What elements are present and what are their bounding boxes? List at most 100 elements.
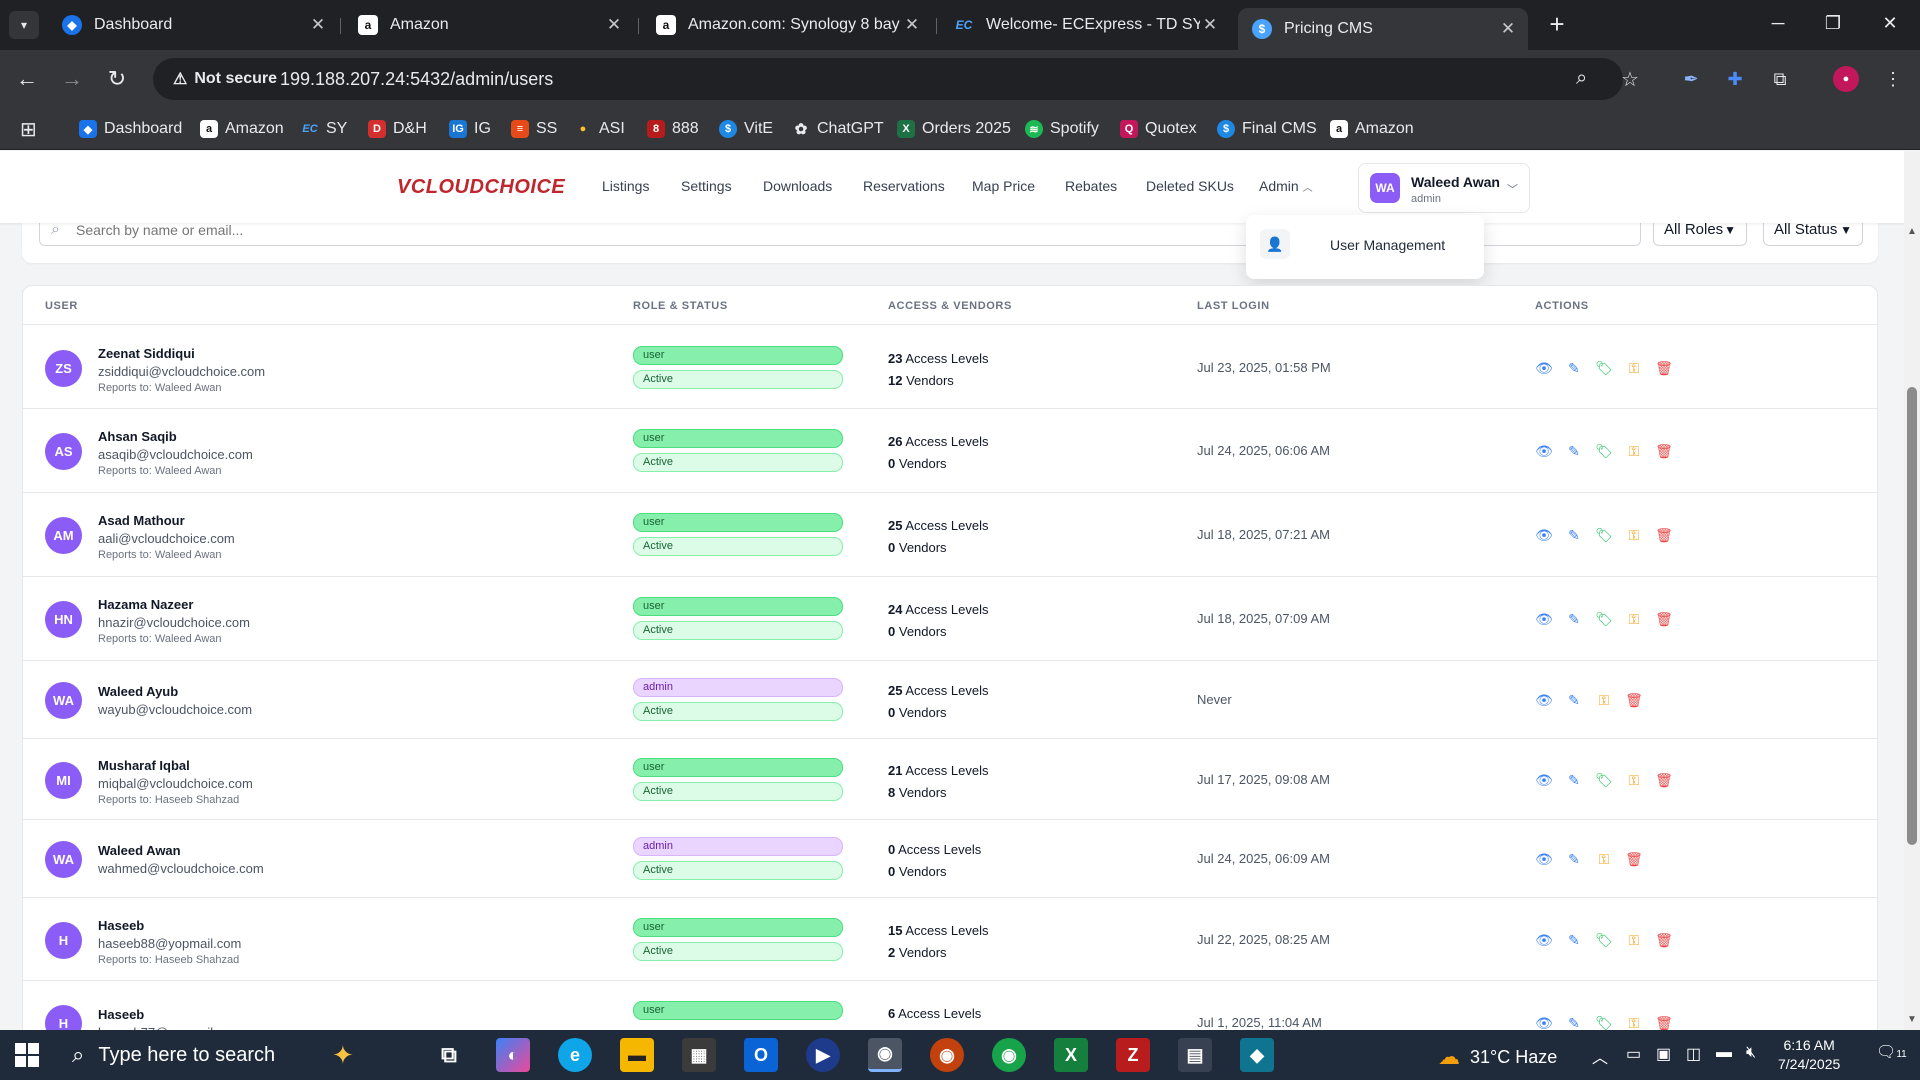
tab-search-button[interactable]: ▾	[9, 11, 39, 39]
delete-trash-icon[interactable]: 🗑︎	[1625, 691, 1643, 709]
bookmark-sy[interactable]: EC SY	[301, 114, 347, 144]
nav-deleted-skus[interactable]: Deleted SKUs	[1146, 178, 1234, 194]
vendor-tag-icon[interactable]: 🏷︎	[1595, 610, 1613, 628]
vcloudchoice-logo[interactable]: VCLOUDCHOICE	[397, 176, 565, 199]
filezilla-app-icon[interactable]: Z	[1116, 1038, 1150, 1072]
view-eye-icon[interactable]: 👁︎	[1535, 610, 1553, 628]
bookmark-orders-2025[interactable]: X Orders 2025	[897, 114, 1011, 144]
task-view-icon[interactable]: ⧉	[432, 1038, 466, 1072]
view-eye-icon[interactable]: 👁︎	[1535, 850, 1553, 868]
meet-icon[interactable]: ▣	[1656, 1044, 1671, 1064]
puzzle-blue-extension-icon[interactable]: ✚	[1722, 66, 1748, 92]
close-tab-icon[interactable]: ✕	[902, 15, 922, 35]
browser-tab-amazon[interactable]: a Amazon ✕	[344, 8, 634, 42]
vendor-tag-icon[interactable]: 🏷︎	[1595, 931, 1613, 949]
start-button[interactable]	[15, 1043, 39, 1067]
edit-pencil-icon[interactable]: ✎	[1565, 931, 1583, 949]
minimize-button[interactable]: ─	[1758, 8, 1798, 38]
feather-extension-icon[interactable]: ✒	[1678, 66, 1704, 92]
url-text[interactable]: 199.188.207.24:5432/admin/users	[280, 69, 553, 90]
volume-mute-icon[interactable]: 🔇︎	[1746, 1044, 1756, 1062]
browser-tab-dashboard[interactable]: ◆ Dashboard ✕	[48, 8, 338, 42]
edit-pencil-icon[interactable]: ✎	[1565, 691, 1583, 709]
apps-grid-icon[interactable]: ⊞	[20, 114, 37, 144]
clock[interactable]: 6:16 AM 7/24/2025	[1778, 1036, 1840, 1074]
copilot-app-icon[interactable]: ◐	[496, 1038, 530, 1072]
view-eye-icon[interactable]: 👁︎	[1535, 691, 1553, 709]
chrome-profile-app-icon[interactable]: ◉	[930, 1038, 964, 1072]
profile-avatar[interactable]: ●	[1833, 66, 1859, 92]
calculator-app-icon[interactable]: ▤	[1178, 1038, 1212, 1072]
edit-pencil-icon[interactable]: ✎	[1565, 850, 1583, 868]
nav-reservations[interactable]: Reservations	[863, 178, 945, 194]
view-eye-icon[interactable]: 👁︎	[1535, 931, 1553, 949]
scrollbar-thumb[interactable]	[1907, 387, 1917, 845]
nav-settings[interactable]: Settings	[681, 178, 732, 194]
close-tab-icon[interactable]: ✕	[308, 15, 328, 35]
vendor-tag-icon[interactable]: 🏷︎	[1595, 359, 1613, 377]
extensions-icon[interactable]: ⧉	[1767, 66, 1793, 92]
delete-trash-icon[interactable]: 🗑︎	[1655, 1014, 1673, 1030]
bookmark-888[interactable]: 8 888	[647, 114, 699, 144]
bookmark-vite[interactable]: $ VitE	[719, 114, 773, 144]
taskbar-search[interactable]: ⌕ Type here to search ✦	[62, 1034, 422, 1076]
close-tab-icon[interactable]: ✕	[604, 15, 624, 35]
close-window-button[interactable]: ✕	[1870, 8, 1910, 38]
edit-pencil-icon[interactable]: ✎	[1565, 442, 1583, 460]
battery-icon[interactable]: ▬	[1716, 1044, 1732, 1062]
bookmark-amazon[interactable]: a Amazon	[200, 114, 284, 144]
site-info-button[interactable]: ⚠ Not secure	[163, 64, 287, 94]
bookmark-quotex[interactable]: Q Quotex	[1120, 114, 1197, 144]
reset-password-key-icon[interactable]: ⚿	[1625, 771, 1643, 789]
vendor-tag-icon[interactable]: 🏷︎	[1595, 442, 1613, 460]
browser-tab-pricing-cms[interactable]: $ Pricing CMS ✕	[1238, 8, 1528, 50]
address-bar[interactable]: ⚠ Not secure 199.188.207.24:5432/admin/u…	[153, 58, 1639, 100]
close-tab-icon[interactable]: ✕	[1498, 19, 1518, 39]
nav-admin[interactable]: Admin ︿	[1259, 178, 1313, 194]
view-eye-icon[interactable]: 👁︎	[1535, 359, 1553, 377]
close-tab-icon[interactable]: ✕	[1200, 15, 1220, 35]
reload-button[interactable]: ↻	[102, 64, 132, 94]
delete-trash-icon[interactable]: 🗑︎	[1655, 442, 1673, 460]
reset-password-key-icon[interactable]: ⚿	[1625, 610, 1643, 628]
forward-button[interactable]: →	[57, 64, 87, 94]
view-eye-icon[interactable]: 👁︎	[1535, 1014, 1553, 1030]
new-tab-button[interactable]: +	[1542, 10, 1572, 40]
outlook-app-icon[interactable]: O	[744, 1038, 778, 1072]
restore-button[interactable]: ❐	[1813, 8, 1853, 38]
vendor-tag-icon[interactable]: 🏷︎	[1595, 526, 1613, 544]
reset-password-key-icon[interactable]: ⚿	[1595, 850, 1613, 868]
weather-widget[interactable]: ☁ 31°C Haze	[1438, 1044, 1557, 1070]
chrome-app-icon-active[interactable]: ◉	[868, 1038, 902, 1072]
nav-downloads[interactable]: Downloads	[763, 178, 832, 194]
reset-password-key-icon[interactable]: ⚿	[1625, 526, 1643, 544]
nav-rebates[interactable]: Rebates	[1065, 178, 1117, 194]
teams-app-icon[interactable]: ▶	[806, 1038, 840, 1072]
file-explorer-icon[interactable]: ▬	[620, 1038, 654, 1072]
delete-trash-icon[interactable]: 🗑︎	[1655, 610, 1673, 628]
bookmark-final-cms[interactable]: $ Final CMS	[1217, 114, 1317, 144]
nav-map-price[interactable]: Map Price	[972, 178, 1035, 194]
notification-center-icon[interactable]: 🗨︎11	[1876, 1042, 1907, 1062]
delete-trash-icon[interactable]: 🗑︎	[1655, 359, 1673, 377]
scroll-down-arrow[interactable]: ▼	[1904, 1012, 1920, 1028]
browser-tab-amazon-synology[interactable]: a Amazon.com: Synology 8 bay R ✕	[642, 8, 932, 42]
reset-password-key-icon[interactable]: ⚿	[1595, 691, 1613, 709]
zoom-icon[interactable]: ⌕	[1576, 67, 1587, 90]
bookmark-ss[interactable]: ≡ SS	[511, 114, 557, 144]
bookmark-spotify[interactable]: ≋ Spotify	[1025, 114, 1099, 144]
reset-password-key-icon[interactable]: ⚿	[1625, 931, 1643, 949]
bookmark-ig[interactable]: IG IG	[449, 114, 491, 144]
bookmark-amazon-2[interactable]: a Amazon	[1330, 114, 1414, 144]
bookmark-star-icon[interactable]: ☆	[1621, 67, 1639, 92]
camera-icon[interactable]: ◫	[1686, 1044, 1701, 1064]
user-menu-button[interactable]: WA Waleed Awan admin ﹀	[1358, 163, 1530, 213]
view-eye-icon[interactable]: 👁︎	[1535, 771, 1553, 789]
edge-app-icon[interactable]: e	[558, 1038, 592, 1072]
delete-trash-icon[interactable]: 🗑︎	[1655, 526, 1673, 544]
edit-pencil-icon[interactable]: ✎	[1565, 610, 1583, 628]
delete-trash-icon[interactable]: 🗑︎	[1655, 931, 1673, 949]
chrome-alt-app-icon[interactable]: ◉	[992, 1038, 1026, 1072]
vendor-tag-icon[interactable]: 🏷︎	[1595, 1014, 1613, 1030]
browser-tab-ecexpress[interactable]: EC Welcome- ECExpress - TD SYNN ✕	[940, 8, 1230, 42]
